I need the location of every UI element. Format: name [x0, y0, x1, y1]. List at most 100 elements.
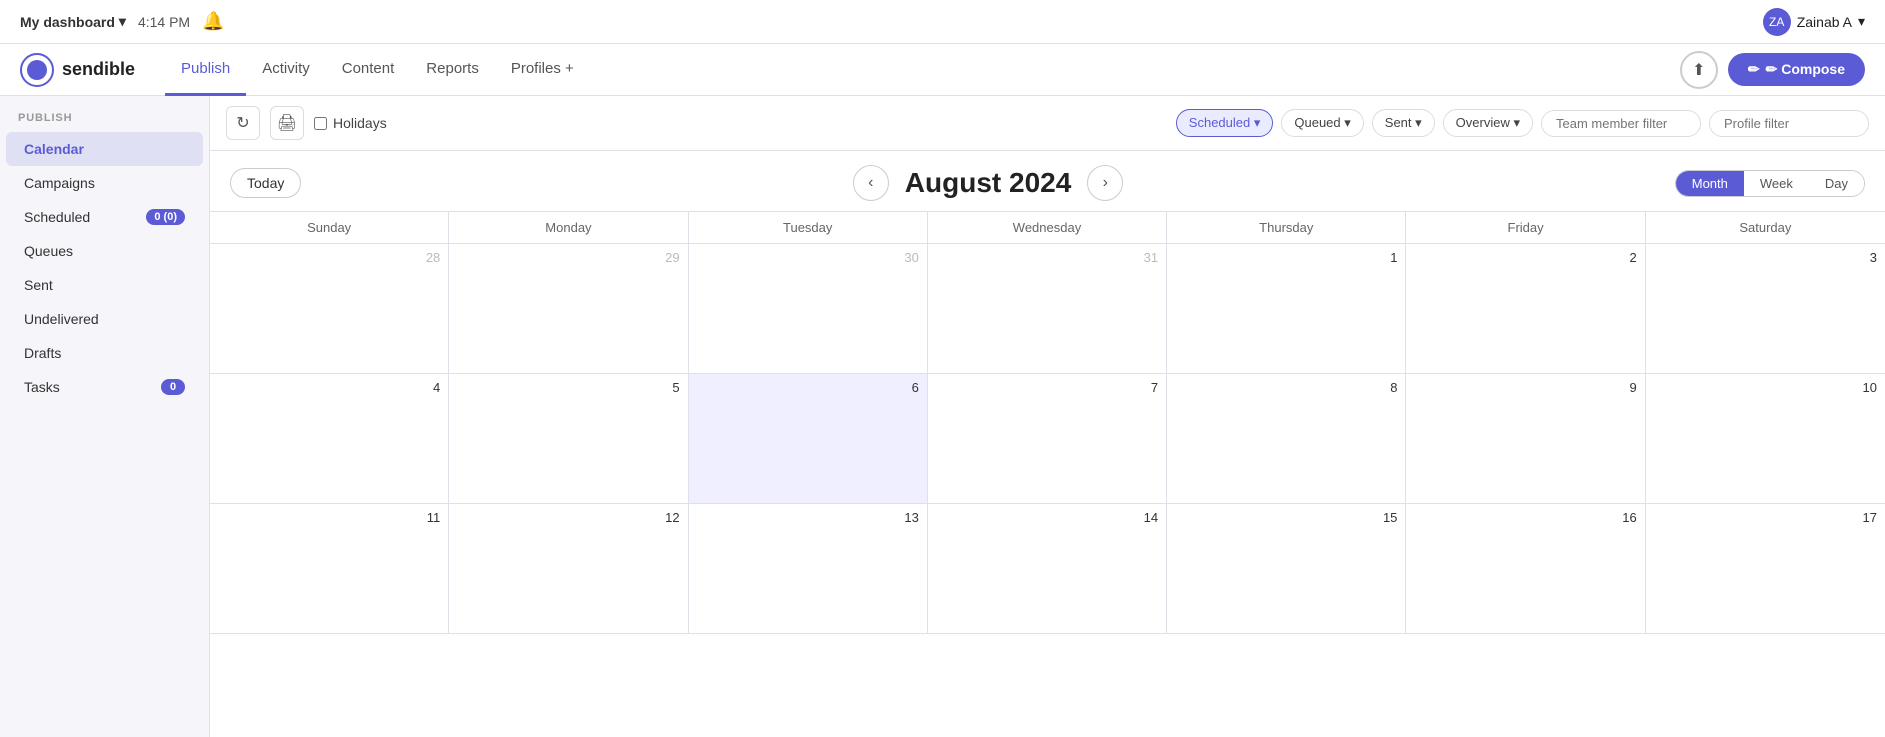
calendar-week-2: 11 12 13 14 15 16 17 [210, 504, 1885, 634]
cal-cell-w1-d1[interactable]: 5 [449, 374, 688, 503]
calendar-grid: Sunday Monday Tuesday Wednesday Thursday… [210, 211, 1885, 737]
user-info[interactable]: ZA Zainab A ▾ [1763, 8, 1865, 36]
sidebar-item-undelivered[interactable]: Undelivered [6, 302, 203, 336]
calendar-area: Today ‹ August 2024 › Month Week Day Sun… [210, 151, 1885, 737]
dashboard-chevron-icon: ▾ [119, 13, 126, 30]
calendar-nav: Today ‹ August 2024 › Month Week Day [210, 151, 1885, 211]
day-number: 30 [697, 250, 919, 265]
nav-links: Publish Activity Content Reports Profile… [165, 44, 590, 96]
day-number: 17 [1654, 510, 1877, 525]
cal-cell-w1-d2[interactable]: 6 [689, 374, 928, 503]
sidebar-label-undelivered: Undelivered [24, 311, 185, 327]
month-view-button[interactable]: Month [1676, 171, 1744, 196]
compose-button[interactable]: ✏ ✏ Compose [1728, 53, 1865, 86]
dashboard-title[interactable]: My dashboard ▾ [20, 13, 126, 30]
cal-cell-w0-d2[interactable]: 30 [689, 244, 928, 373]
header-sunday: Sunday [210, 212, 449, 243]
cal-cell-w1-d5[interactable]: 9 [1406, 374, 1645, 503]
nav-link-activity[interactable]: Activity [246, 44, 326, 96]
sidebar-item-tasks[interactable]: Tasks 0 [6, 370, 203, 404]
prev-month-button[interactable]: ‹ [853, 165, 889, 201]
day-number: 13 [697, 510, 919, 525]
day-number: 1 [1175, 250, 1397, 265]
day-number: 5 [457, 380, 679, 395]
overview-filter-btn[interactable]: Overview ▾ [1443, 109, 1533, 137]
cal-cell-w2-d5[interactable]: 16 [1406, 504, 1645, 633]
cal-cell-w0-d3[interactable]: 31 [928, 244, 1167, 373]
sidebar-item-campaigns[interactable]: Campaigns [6, 166, 203, 200]
day-number: 7 [936, 380, 1158, 395]
day-number: 3 [1654, 250, 1877, 265]
nav-bar: sendible Publish Activity Content Report… [0, 44, 1885, 96]
overview-filter-label: Overview ▾ [1456, 115, 1520, 131]
cal-cell-w0-d5[interactable]: 2 [1406, 244, 1645, 373]
cal-cell-w2-d0[interactable]: 11 [210, 504, 449, 633]
compose-icon: ✏ [1748, 61, 1760, 78]
sidebar-label-queues: Queues [24, 243, 185, 259]
calendar-week-1: 456789 10 [210, 374, 1885, 504]
sidebar-item-queues[interactable]: Queues [6, 234, 203, 268]
cal-cell-w1-d4[interactable]: 8 [1167, 374, 1406, 503]
upload-button[interactable]: ⬆ [1680, 51, 1718, 89]
user-avatar: ZA [1763, 8, 1791, 36]
cal-cell-w0-d4[interactable]: 1 [1167, 244, 1406, 373]
header-tuesday: Tuesday [689, 212, 928, 243]
nav-left: sendible Publish Activity Content Report… [20, 44, 590, 96]
sidebar-item-scheduled[interactable]: Scheduled 0 (0) [6, 200, 203, 234]
top-bar: My dashboard ▾ 4:14 PM 🔔 ZA Zainab A ▾ [0, 0, 1885, 44]
day-number: 31 [936, 250, 1158, 265]
logo-circle [20, 53, 54, 87]
day-number: 29 [457, 250, 679, 265]
next-month-button[interactable]: › [1087, 165, 1123, 201]
sidebar-label-tasks: Tasks [24, 379, 161, 395]
cal-cell-w1-d3[interactable]: 7 [928, 374, 1167, 503]
sidebar-item-drafts[interactable]: Drafts [6, 336, 203, 370]
cal-cell-w2-d4[interactable]: 15 [1167, 504, 1406, 633]
calendar-week-0: 28 29 30 31 123 [210, 244, 1885, 374]
cal-cell-w2-d3[interactable]: 14 [928, 504, 1167, 633]
cal-cell-w2-d1[interactable]: 12 [449, 504, 688, 633]
cal-cell-w1-d0[interactable]: 4 [210, 374, 449, 503]
cal-cell-w0-d1[interactable]: 29 [449, 244, 688, 373]
header-monday: Monday [449, 212, 688, 243]
nav-link-publish[interactable]: Publish [165, 44, 246, 96]
holidays-label: Holidays [333, 115, 387, 131]
holidays-checkbox[interactable] [314, 117, 327, 130]
cal-cell-w2-d2[interactable]: 13 [689, 504, 928, 633]
sidebar-item-calendar[interactable]: Calendar [6, 132, 203, 166]
bell-icon[interactable]: 🔔 [202, 11, 224, 32]
user-name: Zainab A [1797, 14, 1852, 30]
logo[interactable]: sendible [20, 53, 135, 87]
cal-cell-w0-d0[interactable]: 28 [210, 244, 449, 373]
day-number: 9 [1414, 380, 1636, 395]
team-member-filter-input[interactable] [1541, 110, 1701, 137]
nav-link-content[interactable]: Content [326, 44, 411, 96]
week-view-button[interactable]: Week [1744, 171, 1809, 196]
calendar-header-row: Sunday Monday Tuesday Wednesday Thursday… [210, 211, 1885, 244]
sent-filter-btn[interactable]: Sent ▾ [1372, 109, 1435, 137]
cal-cell-w1-d6[interactable]: 10 [1646, 374, 1885, 503]
sidebar-item-sent[interactable]: Sent [6, 268, 203, 302]
sidebar-label-sent: Sent [24, 277, 185, 293]
compose-label: ✏ Compose [1766, 61, 1845, 78]
refresh-button[interactable]: ↻ [226, 106, 260, 140]
top-bar-right: ZA Zainab A ▾ [1763, 8, 1865, 36]
day-number: 12 [457, 510, 679, 525]
scheduled-filter-btn[interactable]: Scheduled ▾ [1176, 109, 1274, 137]
time-display: 4:14 PM [138, 14, 190, 30]
holidays-checkbox-label[interactable]: Holidays [314, 115, 387, 131]
cal-cell-w2-d6[interactable]: 17 [1646, 504, 1885, 633]
cal-cell-w0-d6[interactable]: 3 [1646, 244, 1885, 373]
day-number: 15 [1175, 510, 1397, 525]
header-saturday: Saturday [1646, 212, 1885, 243]
today-button[interactable]: Today [230, 168, 301, 198]
queued-filter-label: Queued ▾ [1294, 115, 1350, 131]
print-button[interactable]: 🖨 [270, 106, 304, 140]
nav-link-profiles[interactable]: Profiles + [495, 44, 590, 96]
user-initials: ZA [1769, 15, 1784, 29]
sidebar-label-campaigns: Campaigns [24, 175, 185, 191]
day-view-button[interactable]: Day [1809, 171, 1864, 196]
profile-filter-input[interactable] [1709, 110, 1869, 137]
queued-filter-btn[interactable]: Queued ▾ [1281, 109, 1363, 137]
nav-link-reports[interactable]: Reports [410, 44, 495, 96]
